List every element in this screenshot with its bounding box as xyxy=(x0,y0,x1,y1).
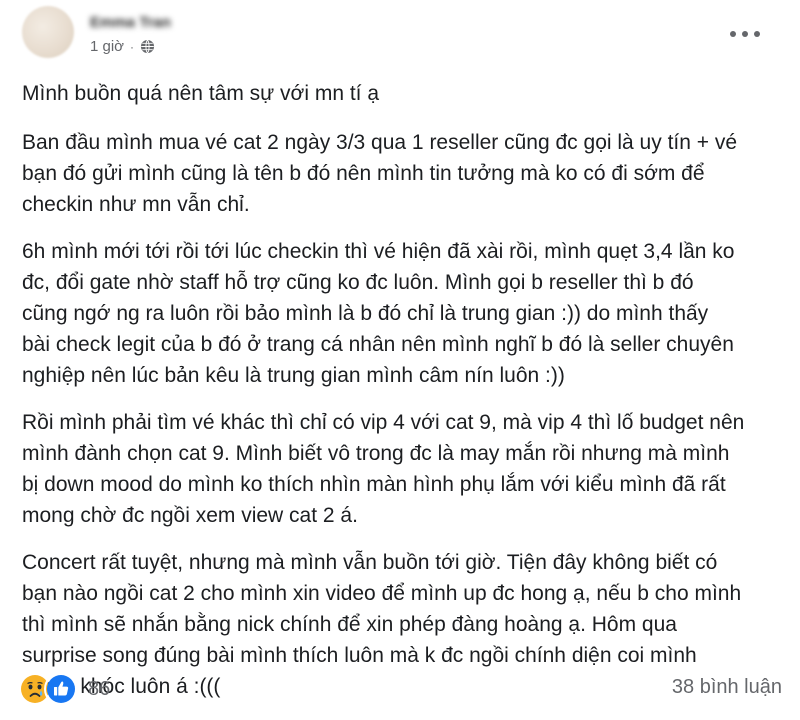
post-paragraph: Ban đầu mình mua vé cat 2 ngày 3/3 qua 1… xyxy=(22,131,738,216)
meta-separator: · xyxy=(130,39,135,54)
post-body: Mình buồn quá nên tâm sự với mn tí ạ Ban… xyxy=(22,78,782,718)
post-paragraph: 6h mình mới tới rồi tới lúc checkin thì … xyxy=(22,240,735,387)
comments-count-link[interactable]: 38 bình luận xyxy=(672,676,782,699)
facebook-post: Emma Tran 1 giờ · Mình buồn quá nên tâm … xyxy=(0,0,800,720)
post-footer: 86 38 bình luận xyxy=(18,672,782,706)
post-paragraph: Rồi mình phải tìm vé khác thì chỉ có vip… xyxy=(22,411,745,527)
reactions-summary[interactable]: 86 xyxy=(18,672,110,706)
post-time[interactable]: 1 giờ xyxy=(90,38,124,55)
post-meta: 1 giờ · xyxy=(90,38,155,55)
more-options-icon[interactable] xyxy=(730,26,760,42)
author-avatar[interactable] xyxy=(22,6,74,58)
post-paragraph: Mình buồn quá nên tâm sự với mn tí ạ xyxy=(22,82,380,105)
author-name[interactable]: Emma Tran xyxy=(90,14,171,31)
globe-icon xyxy=(140,39,155,54)
reaction-count: 86 xyxy=(88,677,111,700)
like-reaction-icon xyxy=(44,672,78,706)
post-header: Emma Tran 1 giờ · xyxy=(22,6,782,64)
